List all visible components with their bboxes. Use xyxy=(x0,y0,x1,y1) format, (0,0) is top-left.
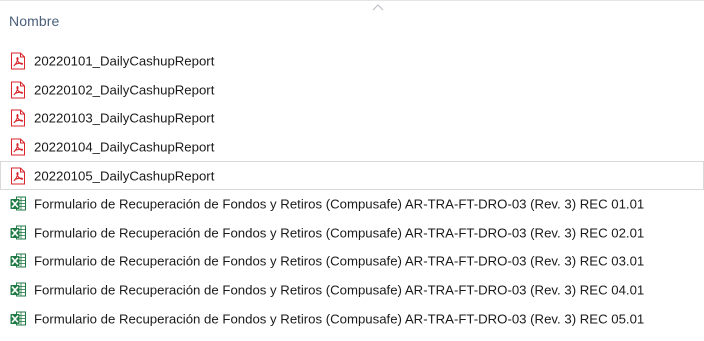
file-name[interactable]: Formulario de Recuperación de Fondos y R… xyxy=(34,225,644,240)
file-list: 20220101_DailyCashupReport 20220102_Dail… xyxy=(0,47,704,333)
pdf-icon xyxy=(10,167,26,185)
file-row[interactable]: 20220101_DailyCashupReport xyxy=(0,47,704,76)
file-row[interactable]: 20220104_DailyCashupReport xyxy=(0,133,704,162)
file-name[interactable]: 20220102_DailyCashupReport xyxy=(34,82,214,97)
file-name[interactable]: 20220105_DailyCashupReport xyxy=(34,168,214,183)
file-row[interactable]: Formulario de Recuperación de Fondos y R… xyxy=(0,190,704,219)
excel-icon xyxy=(10,224,26,241)
pdf-icon xyxy=(10,138,26,156)
chevron-up-icon xyxy=(372,4,384,11)
file-row[interactable]: 20220103_DailyCashupReport xyxy=(0,104,704,133)
file-row[interactable]: 20220102_DailyCashupReport xyxy=(0,76,704,105)
pdf-icon xyxy=(10,109,26,127)
file-row[interactable]: Formulario de Recuperación de Fondos y R… xyxy=(0,247,704,276)
excel-icon xyxy=(10,282,26,299)
file-name[interactable]: Formulario de Recuperación de Fondos y R… xyxy=(34,311,644,326)
file-name[interactable]: Formulario de Recuperación de Fondos y R… xyxy=(34,283,644,298)
file-name[interactable]: Formulario de Recuperación de Fondos y R… xyxy=(34,254,644,269)
file-name[interactable]: 20220104_DailyCashupReport xyxy=(34,140,214,155)
excel-icon xyxy=(10,310,26,327)
pdf-icon xyxy=(10,81,26,99)
file-row[interactable]: Formulario de Recuperación de Fondos y R… xyxy=(0,219,704,248)
file-row[interactable]: Formulario de Recuperación de Fondos y R… xyxy=(0,276,704,305)
file-row[interactable]: Formulario de Recuperación de Fondos y R… xyxy=(0,304,704,333)
file-explorer-list-view: Nombre 20220101_DailyCashupReport 202201… xyxy=(0,0,704,341)
file-row[interactable]: 20220105_DailyCashupReport xyxy=(0,161,704,190)
column-header-name[interactable]: Nombre xyxy=(9,13,59,29)
excel-icon xyxy=(10,196,26,213)
file-name[interactable]: Formulario de Recuperación de Fondos y R… xyxy=(34,197,644,212)
pdf-icon xyxy=(10,52,26,70)
file-name[interactable]: 20220103_DailyCashupReport xyxy=(34,111,214,126)
excel-icon xyxy=(10,253,26,270)
column-header-bar: Nombre xyxy=(0,0,704,38)
file-name[interactable]: 20220101_DailyCashupReport xyxy=(34,54,214,69)
